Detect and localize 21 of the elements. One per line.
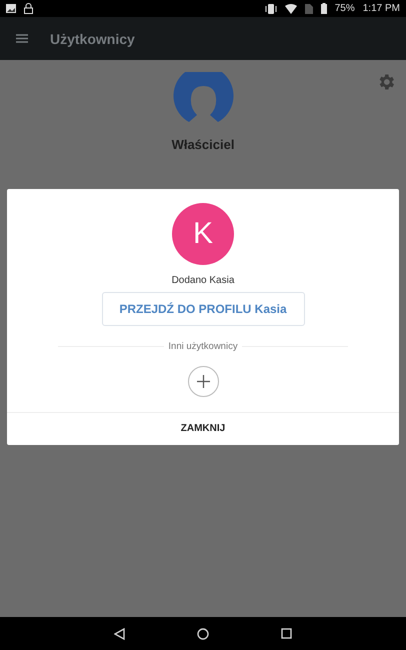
menu-icon[interactable] xyxy=(16,34,28,43)
owner-name: Właściciel xyxy=(172,137,234,152)
image-notification-icon xyxy=(6,4,16,13)
recents-icon[interactable] xyxy=(281,628,292,639)
added-message: Dodano Kasia xyxy=(172,275,234,286)
lock-icon xyxy=(24,3,33,14)
close-button[interactable]: ZAMKNIJ xyxy=(160,413,246,445)
user-avatar: K xyxy=(172,203,234,265)
vibrate-icon xyxy=(264,4,277,14)
battery-percentage: 75% xyxy=(334,3,355,14)
wifi-icon xyxy=(284,4,297,14)
plus-icon xyxy=(196,375,210,388)
back-icon[interactable] xyxy=(114,628,125,640)
battery-icon xyxy=(320,3,327,14)
add-user-button[interactable] xyxy=(188,366,218,397)
section-label: Inni użytkownicy xyxy=(164,341,242,352)
no-sim-icon xyxy=(304,4,313,14)
clock: 1:17 PM xyxy=(362,3,400,14)
screen-title: Użytkownicy xyxy=(50,30,135,46)
go-to-profile-button[interactable]: PRZEJDŹ DO PROFILU Kasia xyxy=(102,292,304,326)
home-icon[interactable] xyxy=(197,628,209,640)
